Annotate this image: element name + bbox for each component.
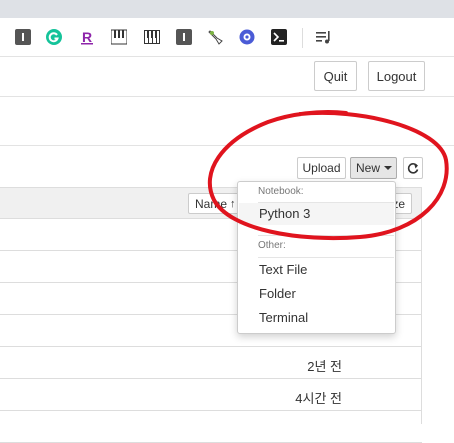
list-item[interactable]: 4시간 전: [0, 380, 422, 411]
sort-by-name-button[interactable]: Name ↑: [188, 193, 240, 214]
caret-down-icon: [384, 166, 393, 170]
notebook-section-header: Notebook:: [258, 186, 304, 197]
list-item[interactable]: [0, 412, 422, 443]
arrow-up-icon: ↑: [230, 197, 236, 210]
new-dropdown-menu: Notebook: Python 3 Other: Text File Fold…: [237, 181, 396, 334]
modified-time: 4시간 전: [295, 391, 342, 406]
menu-item-python3[interactable]: Python 3: [239, 203, 394, 225]
pin-icon[interactable]: [239, 29, 255, 45]
piano-icon[interactable]: [144, 29, 160, 45]
piano-icon[interactable]: [111, 29, 127, 45]
i-icon[interactable]: [176, 29, 192, 45]
new-button-label: New: [356, 161, 381, 175]
upload-button[interactable]: Upload: [297, 157, 346, 179]
i-icon[interactable]: [15, 29, 31, 45]
extensions-toolbar: R: [0, 18, 454, 57]
other-section-header: Other:: [258, 240, 286, 251]
header-divider: [0, 96, 454, 97]
refresh-icon: [407, 163, 419, 174]
tabs-divider: [0, 145, 454, 146]
list-item[interactable]: 2년 전: [0, 348, 422, 379]
grammarly-icon[interactable]: [46, 29, 62, 45]
menu-item-terminal[interactable]: Terminal: [239, 307, 394, 329]
quit-button[interactable]: Quit: [314, 61, 357, 91]
toolbar-divider: [302, 28, 303, 48]
mouse-icon[interactable]: [207, 29, 223, 45]
menu-divider: [258, 257, 394, 258]
list-border: [421, 187, 422, 424]
terminal-icon[interactable]: [271, 29, 287, 45]
refresh-button[interactable]: [403, 157, 423, 179]
logout-button[interactable]: Logout: [368, 61, 425, 91]
menu-item-folder[interactable]: Folder: [239, 283, 394, 305]
r-icon[interactable]: R: [79, 29, 95, 45]
menu-item-text-file[interactable]: Text File: [239, 259, 394, 281]
svg-text:R: R: [82, 29, 92, 45]
name-column-label: Name: [195, 196, 228, 211]
playlist-icon[interactable]: [316, 29, 332, 45]
modified-time: 2년 전: [307, 359, 342, 374]
menu-divider: [258, 235, 394, 236]
browser-tab-strip: [0, 0, 454, 18]
new-button[interactable]: New: [350, 157, 397, 179]
